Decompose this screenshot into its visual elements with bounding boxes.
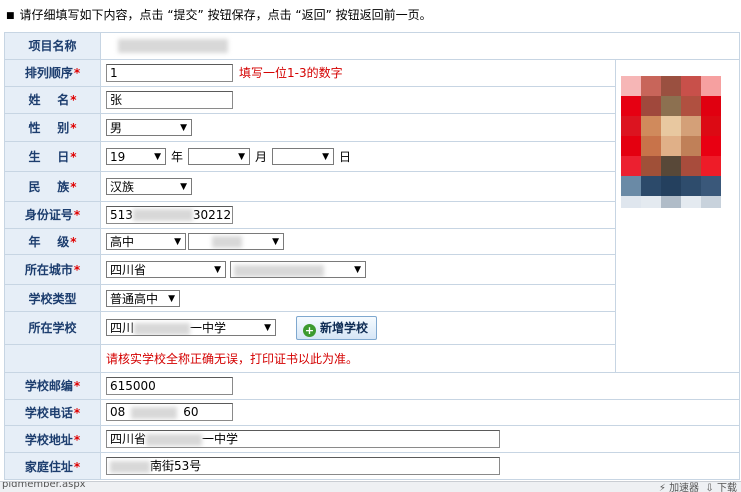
grade-sub-select[interactable]: ▼ [188, 232, 284, 250]
add-school-button[interactable]: + 新增学校 [296, 315, 378, 340]
zip-cell: 615000 [100, 371, 740, 400]
id-number-input[interactable]: 513 30212 [106, 205, 233, 224]
school-select[interactable]: 四川 一中学 ▼ [106, 319, 276, 337]
school-address-input[interactable]: 四川省 一中学 [106, 430, 500, 449]
gender-select[interactable]: 男 ▼ [106, 119, 192, 137]
home-address-input[interactable]: 南街53号 [106, 457, 500, 476]
chevron-down-icon: ▼ [264, 323, 271, 334]
instruction-text: ■ 请仔细填写如下内容，点击 “提交” 按钮保存，点击 “返回” 按钮返回前一页。 [6, 8, 432, 22]
gender-cell: 男 ▼ [100, 113, 616, 143]
phone-cell: 08 60 [100, 398, 740, 427]
city-select[interactable]: ▼ [230, 261, 366, 279]
id-number-cell: 513 30212 [100, 200, 616, 229]
label-name: 姓 名* [4, 85, 101, 115]
birth-day-select[interactable]: ▼ [272, 148, 335, 166]
label-id-number: 身份证号* [4, 200, 101, 229]
label-gender: 性 别* [4, 113, 101, 143]
browser-status-bar: pldmember.aspx ⚡ 加速器 ⇩ 下载 [0, 481, 741, 492]
phone-input[interactable]: 08 60 [106, 403, 233, 422]
year-unit: 年 [171, 150, 184, 165]
label-ethnicity: 民 族* [4, 170, 101, 202]
label-phone: 学校电话* [4, 398, 101, 427]
row-project-name: 项目名称 [4, 32, 740, 60]
row-zip: 学校邮编* 615000 [4, 371, 740, 400]
row-phone: 学校电话* 08 60 [4, 398, 740, 427]
label-project-name: 项目名称 [4, 32, 101, 60]
chevron-down-icon: ▼ [180, 181, 187, 192]
label-school-address: 学校地址* [4, 425, 101, 454]
zip-input[interactable]: 615000 [106, 376, 233, 395]
name-input[interactable]: 张 [106, 90, 233, 109]
chevron-down-icon: ▼ [354, 265, 361, 276]
school-type-select[interactable]: 普通高中 ▼ [106, 289, 180, 307]
chevron-down-icon: ▼ [168, 293, 175, 304]
label-notice-empty [4, 343, 101, 373]
school-address-cell: 四川省 一中学 [100, 425, 740, 454]
notice-cell: 请核实学校全称正确无误，打印证书以此为准。 [100, 343, 616, 373]
birth-cell: 19 ▼ 年 ▼ 月 ▼ 日 [100, 141, 616, 172]
label-birth: 生 日* [4, 141, 101, 172]
rank-hint: 填写一位1-3的数字 [239, 66, 343, 81]
label-grade: 年 级* [4, 227, 101, 256]
label-school-type: 学校类型 [4, 284, 101, 312]
chevron-down-icon: ▼ [238, 152, 246, 163]
bullet-icon: ■ [6, 11, 15, 21]
province-select[interactable]: 四川省 ▼ [106, 261, 226, 279]
school-type-cell: 普通高中 ▼ [100, 284, 616, 312]
grade-cell: 高中 ▼ ▼ [100, 227, 616, 256]
chevron-down-icon: ▼ [214, 265, 221, 276]
chevron-down-icon: ▼ [154, 152, 161, 163]
city-cell: 四川省 ▼ ▼ [100, 254, 616, 286]
label-school: 所在学校 [4, 311, 101, 345]
label-home-address: 家庭住址* [4, 452, 101, 480]
label-rank: 排列顺序* [4, 58, 101, 87]
student-photo [621, 76, 721, 208]
label-zip: 学校邮编* [4, 371, 101, 400]
name-cell: 张 [100, 85, 616, 115]
status-right: ⚡ 加速器 ⇩ 下载 [659, 482, 737, 492]
project-name-value [100, 32, 740, 60]
row-home-address: 家庭住址* 南街53号 [4, 452, 740, 480]
school-notice: 请核实学校全称正确无误，打印证书以此为准。 [106, 351, 359, 366]
row-school-address: 学校地址* 四川省 一中学 [4, 425, 740, 454]
grade-select[interactable]: 高中 ▼ [106, 232, 186, 250]
chevron-down-icon: ▼ [322, 152, 330, 163]
rank-input[interactable]: 1 [106, 63, 233, 82]
ethnicity-select[interactable]: 汉族 ▼ [106, 177, 192, 195]
school-cell: 四川 一中学 ▼ + 新增学校 [100, 311, 616, 345]
chevron-down-icon: ▼ [174, 236, 181, 247]
birth-year-select[interactable]: 19 ▼ [106, 148, 166, 166]
month-unit: 月 [255, 150, 268, 165]
day-unit: 日 [339, 150, 352, 165]
rank-cell: 1 填写一位1-3的数字 [100, 58, 616, 87]
chevron-down-icon: ▼ [180, 123, 187, 134]
home-address-cell: 南街53号 [100, 452, 740, 480]
plus-icon: + [303, 323, 316, 337]
birth-month-select[interactable]: ▼ [188, 148, 251, 166]
label-city: 所在城市* [4, 254, 101, 286]
chevron-down-icon: ▼ [272, 236, 279, 247]
status-url: pldmember.aspx [2, 481, 86, 490]
ethnicity-cell: 汉族 ▼ [100, 170, 616, 202]
